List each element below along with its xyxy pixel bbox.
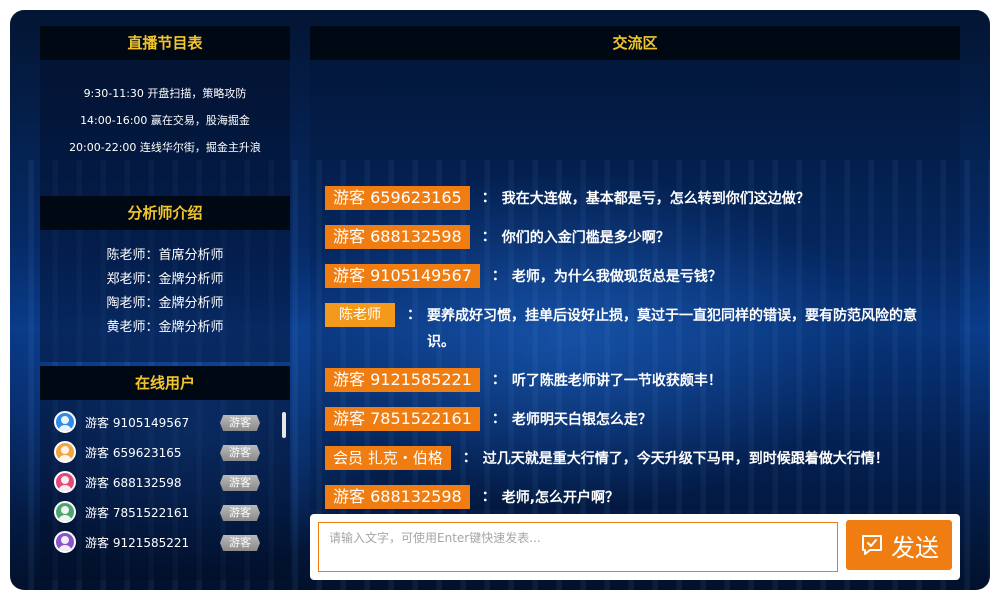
schedule-list: 9:30-11:30 开盘扫描，策略攻防 14:00-16:00 赢在交易，股海… (40, 60, 290, 161)
chat-panel: 交流区 游客 659623165：我在大连做，基本都是亏，怎么转到你们这边做？游… (310, 26, 960, 510)
user-avatar-icon (54, 501, 76, 523)
message-sender-tag[interactable]: 游客 688132598 (325, 485, 470, 509)
message-colon: ： (491, 268, 506, 284)
chat-room-window: 直播节目表 9:30-11:30 开盘扫描，策略攻防 14:00-16:00 赢… (10, 10, 990, 590)
chat-message: 陈老师 ： 要养成好习惯，挂单后设好止损，莫过于一直犯同样的错误，要有防范风险的意识… (325, 303, 945, 355)
message-sender-tag[interactable]: 游客 9105149567 (325, 264, 480, 288)
analyst-item: 陈老师：首席分析师 (106, 248, 224, 263)
schedule-item: 20:00-22:00 连线华尔街，掘金主升浪 (69, 141, 261, 154)
message-sender-tag[interactable]: 游客 9121585221 (325, 368, 480, 392)
user-name: 游客 7851522161 (85, 506, 190, 520)
chat-message: 游客 7851522161 ： 老师明天白银怎么走？ (325, 407, 945, 433)
send-button[interactable]: 发送 (846, 520, 952, 570)
schedule-panel: 直播节目表 9:30-11:30 开盘扫描，策略攻防 14:00-16:00 赢… (40, 26, 290, 196)
user-role-badge: 游客 (220, 535, 260, 551)
message-text: 老师明天白银怎么走？ (511, 412, 652, 428)
message-colon: ： (491, 411, 506, 427)
online-user-list[interactable]: 游客 9105149567 游客 游客 659623165 游客 游客 68813259… (40, 408, 290, 558)
user-avatar-icon (54, 411, 76, 433)
user-role-badge: 游客 (220, 415, 260, 431)
online-user-row[interactable]: 游客 688132598 游客 (40, 468, 290, 498)
analyst-item: 黄老师：金牌分析师 (106, 320, 224, 335)
online-users-title: 在线用户 (40, 366, 290, 400)
online-users-panel: 在线用户 游客 9105149567 游客 游客 659623165 游客 游客 688… (40, 366, 290, 580)
message-input[interactable] (318, 522, 838, 572)
message-sender-tag[interactable]: 游客 7851522161 (325, 407, 480, 431)
message-sender-tag[interactable]: 陈老师 (325, 303, 395, 327)
user-name: 游客 659623165 (85, 446, 182, 460)
chat-bubble-check-icon (862, 535, 882, 555)
message-text: 老师,怎么开户啊？ (501, 490, 620, 506)
online-user-row[interactable]: 游客 9105149567 游客 (40, 408, 290, 438)
user-avatar-icon (54, 471, 76, 493)
user-name: 游客 9105149567 (85, 416, 190, 430)
chat-message: 游客 688132598 ： 你们的入金门槛是多少啊？ (325, 225, 945, 251)
online-user-row[interactable]: 游客 659623165 游客 (40, 438, 290, 468)
chat-message: 游客 688132598 ： 老师,怎么开户啊？ (325, 485, 945, 511)
message-sender-tag[interactable]: 游客 659623165 (325, 186, 470, 210)
send-label: 发送 (891, 533, 939, 562)
schedule-item: 14:00-16:00 赢在交易，股海掘金 (80, 114, 250, 127)
user-role-badge: 游客 (220, 505, 260, 521)
chat-message: 游客 659623165 ： 我在大连做，基本都是亏，怎么转到你们这边做？ (325, 186, 945, 212)
message-colon: ： (462, 450, 477, 466)
message-sender-tag[interactable]: 会员 扎克・伯格 (325, 446, 451, 470)
user-role-badge: 游客 (220, 445, 260, 461)
message-colon: ： (407, 307, 421, 323)
user-role-badge: 游客 (220, 475, 260, 491)
user-avatar-icon (54, 531, 76, 553)
user-avatar-icon (54, 441, 76, 463)
online-user-row[interactable]: 游客 9121585221 游客 (40, 528, 290, 558)
user-name: 游客 688132598 (85, 476, 182, 490)
schedule-title: 直播节目表 (40, 26, 290, 60)
chat-message: 会员 扎克・伯格 ： 过几天就是重大行情了，今天升级下马甲，到时候跟着做大行情！ (325, 446, 945, 472)
user-list-scrollbar[interactable] (282, 412, 286, 438)
message-colon: ： (481, 190, 496, 206)
analysts-title: 分析师介绍 (40, 196, 290, 230)
analyst-item: 郑老师：金牌分析师 (106, 272, 224, 287)
analyst-list: 陈老师：首席分析师 郑老师：金牌分析师 陶老师：金牌分析师 黄老师：金牌分析师 (40, 230, 290, 340)
message-list: 游客 659623165 ： 我在大连做，基本都是亏，怎么转到你们这边做？ 游客 68… (325, 186, 945, 524)
message-colon: ： (491, 372, 506, 388)
message-text: 过几天就是重大行情了，今天升级下马甲，到时候跟着做大行情！ (482, 451, 889, 467)
message-colon: ： (481, 229, 496, 245)
message-text: 老师，为什么我做现货总是亏钱？ (511, 269, 722, 285)
message-text: 你们的入金门槛是多少啊？ (501, 230, 670, 246)
message-colon: ： (481, 489, 496, 505)
message-text: 我在大连做，基本都是亏，怎么转到你们这边做？ (501, 191, 810, 207)
schedule-item: 9:30-11:30 开盘扫描，策略攻防 (83, 87, 247, 100)
analysts-panel: 分析师介绍 陈老师：首席分析师 郑老师：金牌分析师 陶老师：金牌分析师 黄老师：… (40, 196, 290, 362)
message-text: 听了陈胜老师讲了一节收获颇丰！ (511, 373, 722, 389)
online-user-row[interactable]: 游客 7851522161 游客 (40, 498, 290, 528)
chat-title: 交流区 (310, 26, 960, 60)
analyst-item: 陶老师：金牌分析师 (106, 296, 224, 311)
message-text: 要养成好习惯，挂单后设好止损，莫过于一直犯同样的错误，要有防范风险的意识。 (427, 308, 917, 350)
message-composer: 发送 (310, 514, 960, 580)
chat-message: 游客 9121585221 ： 听了陈胜老师讲了一节收获颇丰！ (325, 368, 945, 394)
user-name: 游客 9121585221 (85, 536, 190, 550)
message-sender-tag[interactable]: 游客 688132598 (325, 225, 470, 249)
chat-message: 游客 9105149567 ： 老师，为什么我做现货总是亏钱？ (325, 264, 945, 290)
